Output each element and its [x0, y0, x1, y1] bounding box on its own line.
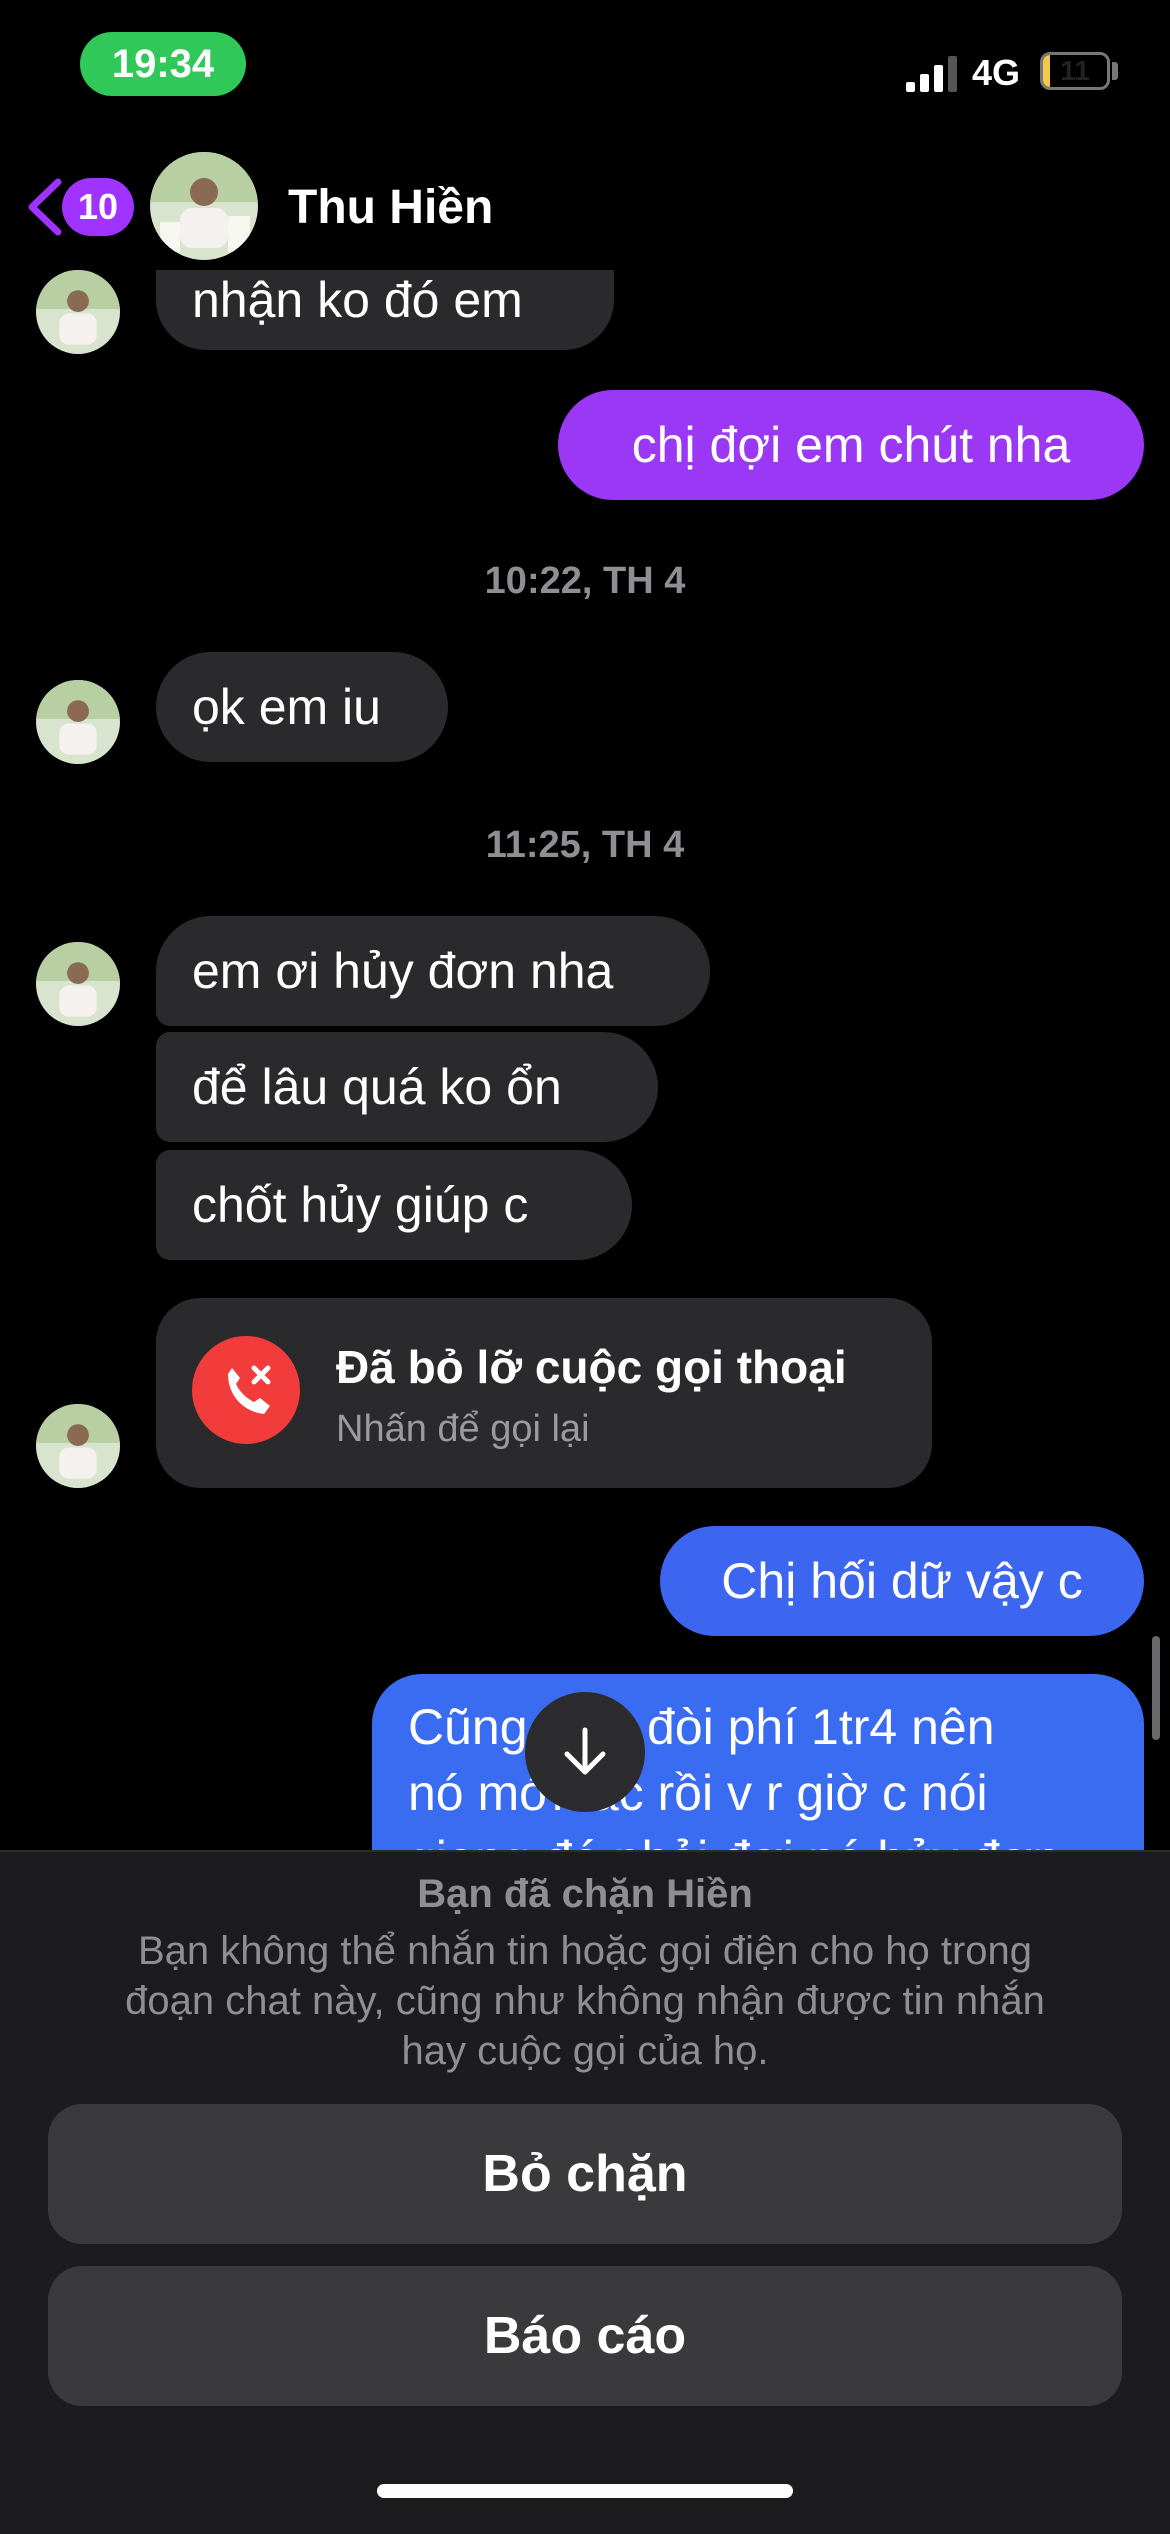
missed-call-title: Đã bỏ lỡ cuộc gọi thoại: [336, 1341, 847, 1393]
message-bubble-incoming[interactable]: để lâu quá ko ổn: [156, 1032, 658, 1142]
message-bubble-outgoing[interactable]: chị đợi em chút nha: [558, 390, 1144, 500]
status-time: 19:34: [80, 32, 246, 96]
scroll-to-bottom-button[interactable]: [525, 1692, 645, 1812]
arrow-down-icon: [564, 1727, 606, 1775]
chat-header: 10 Thu Hiền: [0, 140, 1170, 270]
network-type: 4G: [972, 52, 1021, 93]
message-bubble-incoming[interactable]: em ơi hủy đơn nha: [156, 916, 710, 1026]
blocked-notice-panel: Bạn đã chặn Hiền Bạn không thể nhắn tin …: [0, 1850, 1170, 2534]
message-line: nó mới tác rồi v r giờ c nói: [408, 1765, 988, 1821]
missed-call-subtitle: Nhấn để gọi lại: [336, 1408, 590, 1450]
scrollbar[interactable]: [1152, 1636, 1160, 1740]
message-bubble-incoming[interactable]: ọk em iu: [156, 652, 448, 762]
contact-name[interactable]: Thu Hiền: [288, 180, 493, 235]
message-bubble-incoming[interactable]: chốt hủy giúp c: [156, 1150, 632, 1260]
blocked-title: Bạn đã chặn Hiền: [417, 1872, 753, 1916]
contact-avatar-small[interactable]: [36, 270, 120, 354]
blocked-description-line: Bạn không thể nhắn tin hoặc gọi điện cho…: [137, 1929, 1033, 1973]
contact-avatar-small[interactable]: [36, 1404, 120, 1488]
battery-icon: 11: [1040, 52, 1110, 90]
blocked-description-line: đoạn chat này, cũng như không nhận được …: [125, 1979, 1045, 2023]
unread-count-badge: 10: [62, 178, 134, 236]
status-bar: 19:34 4G 11: [0, 0, 1170, 130]
battery-level: 11: [1060, 55, 1090, 86]
message-timestamp: 10:22, TH 4: [484, 560, 686, 602]
contact-avatar-small[interactable]: [36, 680, 120, 764]
avatar-photo: [36, 1404, 120, 1488]
blocked-description-line: hay cuộc gọi của họ.: [401, 2029, 769, 2073]
avatar-photo: [36, 942, 120, 1026]
signal-icon: [906, 56, 957, 92]
missed-call-bubble[interactable]: Đã bỏ lỡ cuộc gọi thoại Nhấn để gọi lại: [156, 1298, 932, 1488]
home-indicator[interactable]: [377, 2484, 793, 2498]
blocked-description: Bạn không thể nhắn tin hoặc gọi điện cho…: [60, 1926, 1110, 2076]
message-bubble-outgoing[interactable]: Cũng tại c đòi phí 1tr4 nên nó mới tác r…: [372, 1674, 1144, 1850]
message-bubble-outgoing[interactable]: Chị hối dữ vậy c: [660, 1526, 1144, 1636]
message-line: Cũng tại c đòi phí 1tr4 nên: [408, 1699, 995, 1755]
report-button[interactable]: Báo cáo: [48, 2266, 1122, 2406]
message-list[interactable]: nhận ko đó em chị đợi em chút nha 10:22,…: [0, 270, 1170, 1850]
avatar-photo: [36, 680, 120, 764]
message-timestamp: 11:25, TH 4: [485, 824, 685, 866]
back-button[interactable]: 10: [24, 176, 134, 238]
message-line: giọng đó phải đợi nó hủy đơn: [408, 1826, 1108, 1850]
contact-avatar[interactable]: [150, 152, 258, 260]
unblock-button[interactable]: Bỏ chặn: [48, 2104, 1122, 2244]
missed-call-icon: [192, 1336, 300, 1444]
battery-tip: [1112, 62, 1118, 80]
avatar-photo: [36, 270, 120, 354]
contact-avatar-small[interactable]: [36, 942, 120, 1026]
avatar-photo: [150, 152, 258, 260]
message-bubble-incoming[interactable]: nhận ko đó em: [156, 270, 614, 350]
chevron-left-icon: [28, 178, 62, 236]
